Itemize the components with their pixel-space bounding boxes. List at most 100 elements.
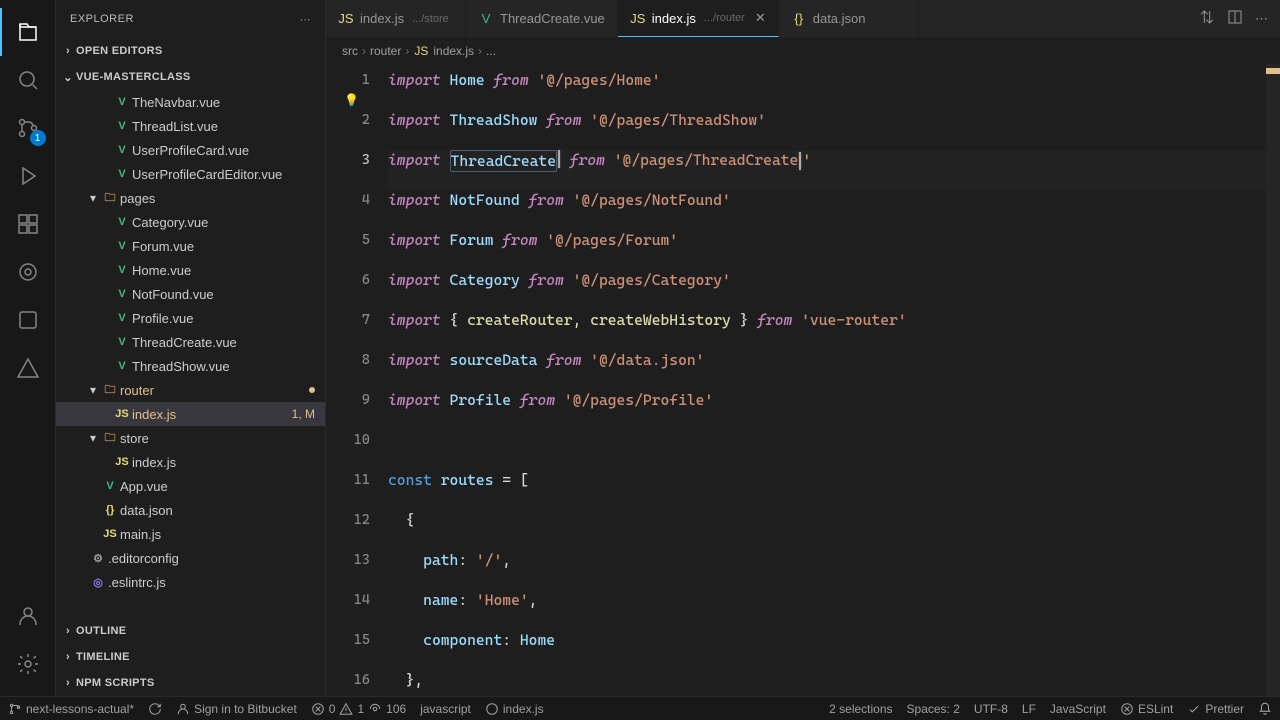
workspace-section[interactable]: ⌄ VUE-MASTERCLASS [56, 64, 325, 90]
warning-count: 1 [357, 702, 364, 716]
spaces-status[interactable]: Spaces: 2 [907, 702, 960, 716]
debug-activity-icon[interactable] [0, 152, 56, 200]
compare-icon[interactable] [1199, 9, 1215, 28]
tab-bar: JSindex.js.../storeVThreadCreate.vueJSin… [326, 0, 1280, 38]
editor-tab[interactable]: {}data.json [779, 0, 919, 37]
breadcrumb-item[interactable]: index.js [433, 44, 474, 58]
breadcrumb-item[interactable]: router [370, 44, 401, 58]
more-icon[interactable]: ⋯ [1255, 11, 1268, 27]
editor-tab[interactable]: JSindex.js.../store [326, 0, 466, 37]
explorer-title: EXPLORER [70, 13, 134, 25]
file-tree: VTheNavbar.vueVThreadList.vueVUserProfil… [56, 90, 325, 618]
tree-file[interactable]: ⚙.editorconfig [56, 546, 325, 570]
gutter: 1💡2345678910111213141516 [326, 64, 388, 696]
tree-file[interactable]: VUserProfileCard.vue [56, 138, 325, 162]
outline-section[interactable]: › OUTLINE [56, 618, 325, 644]
tree-file[interactable]: {}data.json [56, 498, 325, 522]
chevron-right-icon: › [60, 625, 76, 637]
explorer-more-icon[interactable]: ⋯ [300, 13, 312, 26]
branch-name: next-lessons-actual* [26, 702, 134, 716]
section-label: OUTLINE [76, 625, 126, 637]
npm-scripts-section[interactable]: › NPM SCRIPTS [56, 670, 325, 696]
minimap[interactable] [1266, 64, 1280, 696]
lang-mode-status[interactable]: javascript [420, 702, 471, 716]
tree-folder[interactable]: ▾🗀pages [56, 186, 325, 210]
tree-file[interactable]: VTheNavbar.vue [56, 90, 325, 114]
explorer-activity-icon[interactable] [0, 8, 56, 56]
tree-file[interactable]: VThreadCreate.vue [56, 330, 325, 354]
tree-file[interactable]: JSindex.js [56, 450, 325, 474]
editor-tab[interactable]: VThreadCreate.vue [466, 0, 618, 37]
editor-tab[interactable]: JSindex.js.../router✕ [618, 0, 779, 37]
code-content[interactable]: import Home from '@/pages/Home'import Th… [388, 64, 1280, 696]
editor-area: JSindex.js.../storeVThreadCreate.vueJSin… [326, 0, 1280, 696]
explorer-sidebar: EXPLORER ⋯ › OPEN EDITORS ⌄ VUE-MASTERCL… [56, 0, 326, 696]
problems-status[interactable]: 0 1 106 [311, 702, 406, 716]
status-bar: next-lessons-actual* Sign in to Bitbucke… [0, 696, 1280, 720]
lang-mode: javascript [420, 702, 471, 716]
settings-icon[interactable] [0, 640, 56, 688]
chevron-right-icon: › [478, 44, 482, 58]
breadcrumb-item[interactable]: ... [486, 44, 496, 58]
bitbucket-label: Sign in to Bitbucket [194, 702, 297, 716]
prettier-status[interactable]: Prettier [1187, 702, 1244, 716]
section-label: OPEN EDITORS [76, 45, 163, 57]
activity-bar: 1 [0, 0, 56, 696]
section-label: NPM SCRIPTS [76, 677, 154, 689]
scm-activity-icon[interactable]: 1 [0, 104, 56, 152]
selections-status[interactable]: 2 selections [829, 702, 892, 716]
timeline-section[interactable]: › TIMELINE [56, 644, 325, 670]
tab-actions: ⋯ [1187, 0, 1280, 37]
tree-file[interactable]: VProfile.vue [56, 306, 325, 330]
chevron-right-icon: › [60, 651, 76, 663]
scm-badge: 1 [30, 130, 46, 146]
js-file-icon: JS [413, 43, 429, 59]
file-status[interactable]: index.js [485, 702, 544, 716]
open-editors-section[interactable]: › OPEN EDITORS [56, 38, 325, 64]
notifications-icon[interactable] [1258, 702, 1272, 716]
section-label: TIMELINE [76, 651, 130, 663]
branch-status[interactable]: next-lessons-actual* [8, 702, 134, 716]
tree-file[interactable]: JSindex.js1, M [56, 402, 325, 426]
chevron-right-icon: › [362, 44, 366, 58]
search-activity-icon[interactable] [0, 56, 56, 104]
file-label: index.js [503, 702, 544, 716]
language-status[interactable]: JavaScript [1050, 702, 1106, 716]
tree-file[interactable]: VApp.vue [56, 474, 325, 498]
split-editor-icon[interactable] [1227, 9, 1243, 28]
tree-file[interactable]: VCategory.vue [56, 210, 325, 234]
tree-file[interactable]: VThreadList.vue [56, 114, 325, 138]
tree-file[interactable]: VThreadShow.vue [56, 354, 325, 378]
editor-body[interactable]: 1💡2345678910111213141516 import Home fro… [326, 64, 1280, 696]
error-count: 0 [329, 702, 336, 716]
bitbucket-status[interactable]: Sign in to Bitbucket [176, 702, 297, 716]
tree-file[interactable]: VHome.vue [56, 258, 325, 282]
chevron-right-icon: › [60, 45, 76, 57]
tree-file[interactable]: JSmain.js [56, 522, 325, 546]
chevron-down-icon: ⌄ [60, 71, 76, 84]
breadcrumbs[interactable]: src › router › JS index.js › ... [326, 38, 1280, 64]
tree-file[interactable]: VForum.vue [56, 234, 325, 258]
breadcrumb-item[interactable]: src [342, 44, 358, 58]
chevron-right-icon: › [405, 44, 409, 58]
tree-file[interactable]: ◎.eslintrc.js [56, 570, 325, 594]
tree-file[interactable]: VNotFound.vue [56, 282, 325, 306]
explorer-header: EXPLORER ⋯ [56, 0, 325, 38]
minimap-marker [1266, 68, 1280, 74]
section-label: VUE-MASTERCLASS [76, 71, 191, 83]
tree-folder[interactable]: ▾🗀router [56, 378, 325, 402]
eol-status[interactable]: LF [1022, 702, 1036, 716]
tree-file[interactable]: VUserProfileCardEditor.vue [56, 162, 325, 186]
eslint-status[interactable]: ESLint [1120, 702, 1173, 716]
box-activity-icon[interactable] [0, 296, 56, 344]
account-icon[interactable] [0, 592, 56, 640]
sync-status[interactable] [148, 702, 162, 716]
triangle-activity-icon[interactable] [0, 344, 56, 392]
radio-count: 106 [386, 702, 406, 716]
encoding-status[interactable]: UTF-8 [974, 702, 1008, 716]
extensions-activity-icon[interactable] [0, 200, 56, 248]
lens-activity-icon[interactable] [0, 248, 56, 296]
tree-folder[interactable]: ▾🗀store [56, 426, 325, 450]
close-icon[interactable]: ✕ [755, 10, 766, 26]
chevron-right-icon: › [60, 677, 76, 689]
